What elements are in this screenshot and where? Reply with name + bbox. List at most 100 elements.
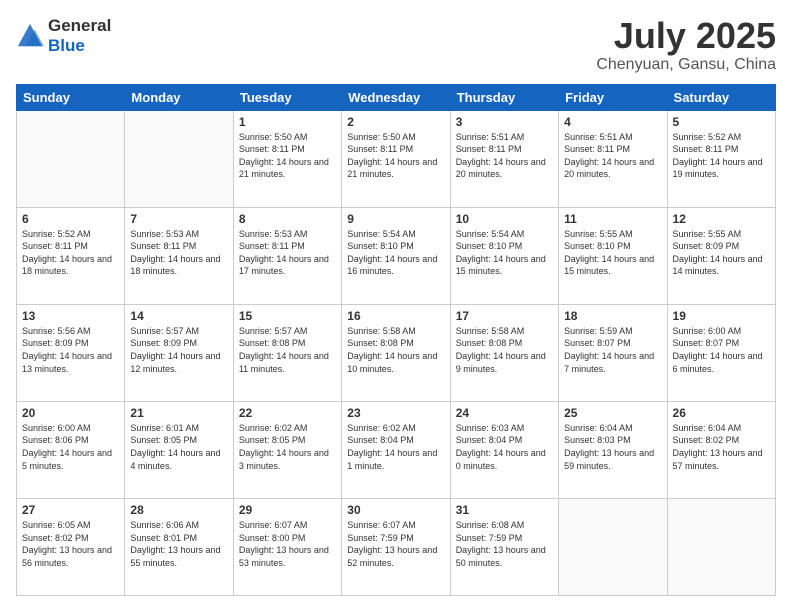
calendar-cell (667, 498, 775, 595)
calendar-cell: 27 Sunrise: 6:05 AMSunset: 8:02 PMDayligh… (17, 498, 125, 595)
day-number: 20 (22, 406, 119, 420)
calendar-cell: 2Sunrise: 5:50 AMSunset: 8:11 PMDaylight… (342, 110, 450, 207)
calendar-row: 20 Sunrise: 6:00 AMSunset: 8:06 PMDayligh… (17, 401, 776, 498)
day-number: 30 (347, 503, 444, 517)
day-info: Sunrise: 6:04 AMSunset: 8:03 PMDaylight:… (564, 422, 661, 472)
calendar-row: 6 Sunrise: 5:52 AMSunset: 8:11 PMDaylight… (17, 207, 776, 304)
calendar-cell: 4Sunrise: 5:51 AMSunset: 8:11 PMDaylight… (559, 110, 667, 207)
calendar-cell: 11Sunrise: 5:55 AMSunset: 8:10 PMDayligh… (559, 207, 667, 304)
day-number: 8 (239, 212, 336, 226)
day-info: Sunrise: 5:50 AMSunset: 8:11 PMDaylight:… (347, 131, 444, 181)
calendar-cell: 7 Sunrise: 5:53 AMSunset: 8:11 PMDaylight… (125, 207, 233, 304)
day-info: Sunrise: 5:58 AMSunset: 8:08 PMDaylight:… (456, 325, 553, 375)
calendar-cell: 14Sunrise: 5:57 AMSunset: 8:09 PMDayligh… (125, 304, 233, 401)
weekday-header: Friday (559, 84, 667, 110)
weekday-header: Sunday (17, 84, 125, 110)
day-info: Sunrise: 6:05 AMSunset: 8:02 PMDaylight:… (22, 519, 119, 569)
day-info: Sunrise: 5:58 AMSunset: 8:08 PMDaylight:… (347, 325, 444, 375)
weekday-header: Tuesday (233, 84, 341, 110)
weekday-header: Thursday (450, 84, 558, 110)
day-info: Sunrise: 5:55 AMSunset: 8:09 PMDaylight:… (673, 228, 770, 278)
day-info: Sunrise: 6:07 AMSunset: 7:59 PMDaylight:… (347, 519, 444, 569)
day-number: 5 (673, 115, 770, 129)
day-info: Sunrise: 5:55 AMSunset: 8:10 PMDaylight:… (564, 228, 661, 278)
calendar-cell (17, 110, 125, 207)
weekday-header: Wednesday (342, 84, 450, 110)
calendar-cell: 26 Sunrise: 6:04 AMSunset: 8:02 PMDayligh… (667, 401, 775, 498)
calendar-body: 1 Sunrise: 5:50 AMSunset: 8:11 PMDaylight… (17, 110, 776, 595)
day-number: 25 (564, 406, 661, 420)
day-number: 26 (673, 406, 770, 420)
day-info: Sunrise: 6:00 AMSunset: 8:06 PMDaylight:… (22, 422, 119, 472)
day-info: Sunrise: 6:01 AMSunset: 8:05 PMDaylight:… (130, 422, 227, 472)
calendar-cell: 13 Sunrise: 5:56 AMSunset: 8:09 PMDayligh… (17, 304, 125, 401)
day-number: 12 (673, 212, 770, 226)
day-number: 4 (564, 115, 661, 129)
day-info: Sunrise: 5:52 AMSunset: 8:11 PMDaylight:… (673, 131, 770, 181)
title-block: July 2025 Chenyuan, Gansu, China (596, 16, 776, 74)
logo-blue: Blue (48, 36, 111, 56)
calendar-header-row: SundayMondayTuesdayWednesdayThursdayFrid… (17, 84, 776, 110)
day-number: 18 (564, 309, 661, 323)
day-info: Sunrise: 6:06 AMSunset: 8:01 PMDaylight:… (130, 519, 227, 569)
day-info: Sunrise: 5:53 AMSunset: 8:11 PMDaylight:… (130, 228, 227, 278)
calendar-cell: 28 Sunrise: 6:06 AMSunset: 8:01 PMDayligh… (125, 498, 233, 595)
day-info: Sunrise: 6:07 AMSunset: 8:00 PMDaylight:… (239, 519, 336, 569)
header: General Blue July 2025 Chenyuan, Gansu, … (16, 16, 776, 74)
day-number: 17 (456, 309, 553, 323)
logo: General Blue (16, 16, 111, 56)
day-number: 27 (22, 503, 119, 517)
day-info: Sunrise: 5:54 AMSunset: 8:10 PMDaylight:… (456, 228, 553, 278)
day-info: Sunrise: 5:53 AMSunset: 8:11 PMDaylight:… (239, 228, 336, 278)
day-info: Sunrise: 5:54 AMSunset: 8:10 PMDaylight:… (347, 228, 444, 278)
day-info: Sunrise: 6:00 AMSunset: 8:07 PMDaylight:… (673, 325, 770, 375)
day-info: Sunrise: 6:04 AMSunset: 8:02 PMDaylight:… (673, 422, 770, 472)
calendar-cell: 20 Sunrise: 6:00 AMSunset: 8:06 PMDayligh… (17, 401, 125, 498)
day-number: 14 (130, 309, 227, 323)
calendar-cell: 29 Sunrise: 6:07 AMSunset: 8:00 PMDayligh… (233, 498, 341, 595)
calendar-cell: 1 Sunrise: 5:50 AMSunset: 8:11 PMDaylight… (233, 110, 341, 207)
calendar-cell: 23Sunrise: 6:02 AMSunset: 8:04 PMDayligh… (342, 401, 450, 498)
calendar-cell: 6 Sunrise: 5:52 AMSunset: 8:11 PMDaylight… (17, 207, 125, 304)
calendar-cell: 25 Sunrise: 6:04 AMSunset: 8:03 PMDayligh… (559, 401, 667, 498)
day-info: Sunrise: 5:56 AMSunset: 8:09 PMDaylight:… (22, 325, 119, 375)
calendar-row: 13 Sunrise: 5:56 AMSunset: 8:09 PMDayligh… (17, 304, 776, 401)
calendar-cell: 15Sunrise: 5:57 AMSunset: 8:08 PMDayligh… (233, 304, 341, 401)
day-number: 16 (347, 309, 444, 323)
calendar-row: 1 Sunrise: 5:50 AMSunset: 8:11 PMDaylight… (17, 110, 776, 207)
day-info: Sunrise: 5:57 AMSunset: 8:08 PMDaylight:… (239, 325, 336, 375)
calendar-cell: 12 Sunrise: 5:55 AMSunset: 8:09 PMDayligh… (667, 207, 775, 304)
calendar-cell: 30 Sunrise: 6:07 AMSunset: 7:59 PMDayligh… (342, 498, 450, 595)
day-info: Sunrise: 6:02 AMSunset: 8:05 PMDaylight:… (239, 422, 336, 472)
calendar-row: 27 Sunrise: 6:05 AMSunset: 8:02 PMDayligh… (17, 498, 776, 595)
day-number: 22 (239, 406, 336, 420)
day-number: 13 (22, 309, 119, 323)
day-number: 31 (456, 503, 553, 517)
day-number: 1 (239, 115, 336, 129)
page: General Blue July 2025 Chenyuan, Gansu, … (0, 0, 792, 612)
calendar-cell: 18 Sunrise: 5:59 AMSunset: 8:07 PMDayligh… (559, 304, 667, 401)
day-number: 23 (347, 406, 444, 420)
day-info: Sunrise: 5:51 AMSunset: 8:11 PMDaylight:… (456, 131, 553, 181)
day-number: 28 (130, 503, 227, 517)
calendar-cell: 16 Sunrise: 5:58 AMSunset: 8:08 PMDayligh… (342, 304, 450, 401)
day-number: 7 (130, 212, 227, 226)
location-title: Chenyuan, Gansu, China (596, 56, 776, 74)
day-number: 29 (239, 503, 336, 517)
logo-general: General (48, 16, 111, 36)
day-number: 19 (673, 309, 770, 323)
day-info: Sunrise: 6:03 AMSunset: 8:04 PMDaylight:… (456, 422, 553, 472)
day-info: Sunrise: 5:59 AMSunset: 8:07 PMDaylight:… (564, 325, 661, 375)
day-info: Sunrise: 6:08 AMSunset: 7:59 PMDaylight:… (456, 519, 553, 569)
day-info: Sunrise: 5:50 AMSunset: 8:11 PMDaylight:… (239, 131, 336, 181)
calendar-cell (559, 498, 667, 595)
day-number: 6 (22, 212, 119, 226)
month-title: July 2025 (596, 16, 776, 56)
calendar-cell: 19 Sunrise: 6:00 AMSunset: 8:07 PMDayligh… (667, 304, 775, 401)
weekday-header: Saturday (667, 84, 775, 110)
calendar-cell: 8 Sunrise: 5:53 AMSunset: 8:11 PMDaylight… (233, 207, 341, 304)
day-info: Sunrise: 5:52 AMSunset: 8:11 PMDaylight:… (22, 228, 119, 278)
day-number: 21 (130, 406, 227, 420)
day-number: 24 (456, 406, 553, 420)
calendar-table: SundayMondayTuesdayWednesdayThursdayFrid… (16, 84, 776, 596)
